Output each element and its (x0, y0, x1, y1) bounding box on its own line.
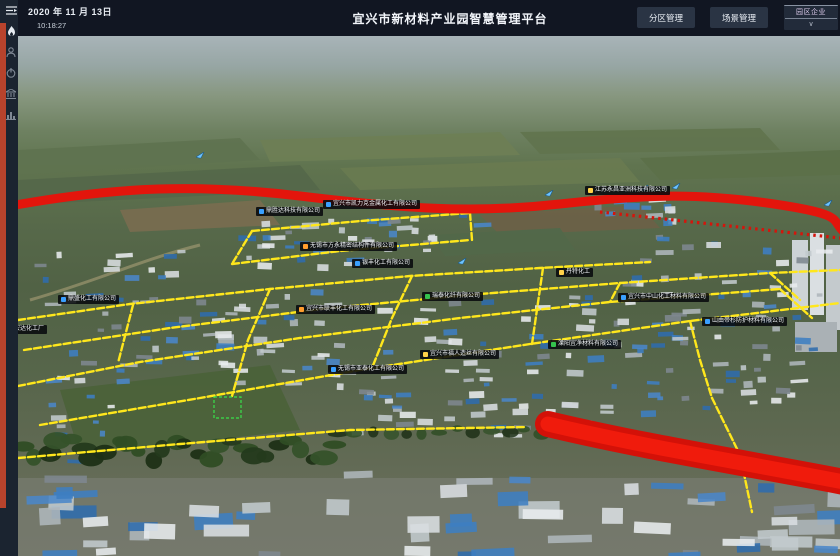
enterprise-label[interactable]: 宜兴市凯力克金属化工有限公司 (323, 200, 420, 209)
enterprise-icon (355, 261, 360, 266)
enterprise-label[interactable]: 宜兴市联丰化工有限公司 (296, 305, 375, 314)
power-button[interactable] (6, 68, 17, 78)
enterprise-icon (423, 352, 428, 357)
enterprise-icon (331, 367, 336, 372)
zone-management-button[interactable]: 分区管理 (637, 7, 695, 28)
scene-management-button[interactable]: 场景管理 (710, 7, 768, 28)
user-icon (6, 47, 16, 57)
enterprise-label-text: 银丰化工有限公司 (362, 260, 410, 267)
drone-marker[interactable] (458, 252, 467, 270)
drone-marker[interactable] (672, 177, 681, 195)
header: 2020 年 11 月 13日 10:18:27 宜兴市新材料产业园智慧管理平台… (18, 0, 840, 36)
enterprise-button[interactable] (6, 89, 17, 99)
enterprise-label-text: 宜兴市宏达化工厂 (18, 326, 44, 333)
enterprise-icon (425, 294, 430, 299)
enterprise-label[interactable]: 银丰化工有限公司 (352, 259, 413, 268)
drone-marker[interactable] (545, 184, 554, 202)
fire-alarm-button[interactable] (6, 26, 17, 36)
high-rise-buildings (792, 233, 840, 352)
enterprise-icon (326, 202, 331, 207)
factory-icon (6, 89, 16, 99)
dropdown-label: 园区企业 (784, 6, 838, 18)
enterprise-icon (299, 307, 304, 312)
enterprise-icon (551, 342, 556, 347)
enterprise-icon (588, 188, 593, 193)
enterprise-label[interactable]: 无锡市方永精密结构件有限公司 (300, 242, 397, 251)
menu-icon (6, 6, 17, 15)
power-icon (6, 68, 16, 78)
map-viewport[interactable]: 鼎胜达科技有限公司 宜兴市凯力克金属化工有限公司 江苏永昌亚洲科技有限公司无锡市方永… (18, 36, 840, 556)
enterprise-label[interactable]: 宜兴市宏达化工厂 (18, 325, 47, 334)
personnel-button[interactable] (6, 47, 17, 57)
enterprise-icon (61, 297, 66, 302)
enterprise-label-text: 无锡市亚泰化工有限公司 (338, 366, 404, 373)
enterprise-label[interactable]: 鼎胜达科技有限公司 (256, 207, 323, 216)
park-enterprise-dropdown[interactable]: 园区企业 ∨ (784, 5, 838, 30)
enterprise-icon (303, 244, 308, 249)
enterprise-label-text: 溧阳宜净材料有限公司 (558, 341, 618, 348)
enterprise-label-text: 宜兴市福人造丝有限公司 (430, 351, 496, 358)
enterprise-label-text: 江苏永昌亚洲科技有限公司 (595, 187, 667, 194)
enterprise-label-text: 鼎胜达科技有限公司 (266, 208, 320, 215)
enterprise-label-text: 无锡市方永精密结构件有限公司 (310, 243, 394, 250)
enterprise-label[interactable]: 瑞泰化纤有限公司 (422, 292, 483, 301)
enterprise-label[interactable]: 宜兴市中山化工材料有限公司 (618, 293, 709, 302)
enterprise-label-text: 丹特化工 (566, 269, 590, 276)
fire-icon (7, 26, 16, 37)
enterprise-label-text: 宜兴市凯力克金属化工有限公司 (333, 201, 417, 208)
enterprise-label[interactable]: 丹特化工 (556, 268, 593, 277)
menu-button[interactable] (6, 5, 17, 15)
enterprise-label[interactable]: 江苏永昌亚洲科技有限公司 (585, 186, 670, 195)
enterprise-icon (559, 270, 564, 275)
drone-marker[interactable] (196, 146, 205, 164)
enterprise-label[interactable]: 山由帝杉防护材料有限公司 (702, 317, 787, 326)
bar-chart-icon (6, 110, 16, 120)
drone-marker[interactable] (824, 194, 833, 212)
enterprise-label[interactable]: 溧阳宜净材料有限公司 (548, 340, 621, 349)
enterprise-label-text: 瑞泰化纤有限公司 (432, 293, 480, 300)
chevron-down-icon: ∨ (784, 19, 838, 30)
enterprise-label-text: 宜兴市联丰化工有限公司 (306, 306, 372, 313)
enterprise-label-text: 鼎盛化工有限公司 (68, 296, 116, 303)
enterprise-icon (705, 319, 710, 324)
sidebar (0, 0, 18, 556)
enterprise-label-text: 宜兴市中山化工材料有限公司 (628, 294, 706, 301)
enterprise-label-text: 山由帝杉防护材料有限公司 (712, 318, 784, 325)
enterprise-icon (259, 209, 264, 214)
enterprise-label[interactable]: 宜兴市福人造丝有限公司 (420, 350, 499, 359)
enterprise-label[interactable]: 鼎盛化工有限公司 (58, 295, 119, 304)
smart-park-platform: 2020 年 11 月 13日 10:18:27 宜兴市新材料产业园智慧管理平台… (0, 0, 840, 556)
statistics-button[interactable] (6, 110, 17, 120)
enterprise-icon (621, 295, 626, 300)
enterprise-label[interactable]: 无锡市亚泰化工有限公司 (328, 365, 407, 374)
